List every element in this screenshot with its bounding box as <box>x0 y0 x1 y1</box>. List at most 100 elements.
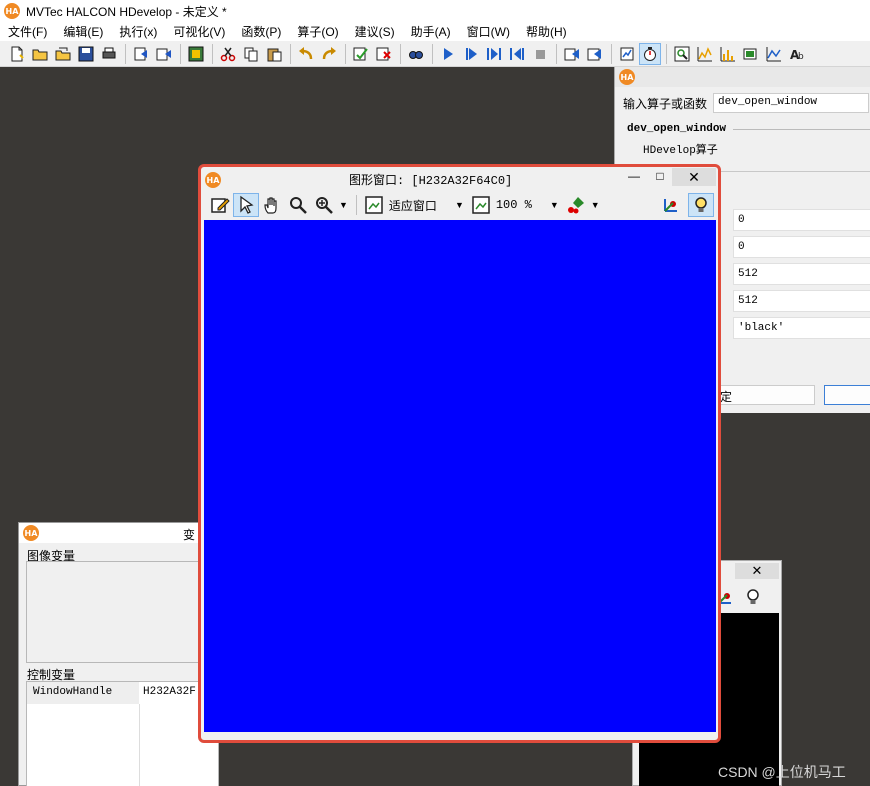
menu-execute[interactable]: 执行(x) <box>111 23 165 40</box>
new-file-icon[interactable] <box>6 43 28 65</box>
zoom-percent-icon[interactable] <box>468 193 494 217</box>
paste-icon[interactable] <box>263 43 285 65</box>
fit-window-icon[interactable] <box>361 193 387 217</box>
step-out-icon[interactable] <box>506 43 528 65</box>
chevron-down-icon[interactable]: ▼ <box>339 200 348 210</box>
cancel-button[interactable] <box>824 385 870 405</box>
menu-window[interactable]: 窗口(W) <box>459 23 518 40</box>
lightbulb-icon[interactable] <box>688 193 714 217</box>
stop-icon[interactable] <box>529 43 551 65</box>
ocr-icon[interactable]: Ab <box>786 43 808 65</box>
step-over-icon[interactable] <box>460 43 482 65</box>
control-variable-value: H232A32F <box>143 686 196 698</box>
maximize-button[interactable]: □ <box>651 169 669 183</box>
find-icon[interactable] <box>405 43 427 65</box>
axes-icon[interactable] <box>658 193 684 217</box>
save-icon[interactable] <box>75 43 97 65</box>
operator-description: HDevelop算子 <box>643 145 718 157</box>
zoom-level-combo[interactable]: 100 % <box>494 193 534 217</box>
activate-line-icon[interactable] <box>350 43 372 65</box>
browse-examples-icon[interactable] <box>185 43 207 65</box>
magnifier-icon[interactable] <box>285 193 311 217</box>
gray-histogram-icon[interactable] <box>694 43 716 65</box>
toolbar-separator <box>432 43 433 64</box>
graphics-window: HA 图形窗口: [H232A32F64C0] — □ ✕ ▼ 适应窗口 ▼ 1… <box>198 164 721 743</box>
param-column-value[interactable]: 0 <box>733 236 870 258</box>
minimize-button[interactable]: — <box>625 169 643 183</box>
toolbar-separator <box>611 43 612 64</box>
cut-icon[interactable] <box>217 43 239 65</box>
menu-assistants[interactable]: 助手(A) <box>403 23 459 40</box>
graphics-window-title: 图形窗口: [H232A32F64C0] <box>349 174 513 188</box>
operator-search-input[interactable]: dev_open_window <box>713 93 870 113</box>
close-button[interactable]: ✕ <box>672 168 716 186</box>
param-height-value[interactable]: 512 <box>733 290 870 312</box>
ok-button[interactable]: 定 <box>715 385 815 405</box>
undo-icon[interactable] <box>295 43 317 65</box>
app-title: MVTec HALCON HDevelop - 未定义 * <box>26 4 227 19</box>
param-width-value[interactable]: 512 <box>733 263 870 285</box>
toolbar-separator <box>666 43 667 64</box>
copy-icon[interactable] <box>240 43 262 65</box>
control-variables-list[interactable]: WindowHandle H232A32F <box>26 681 219 786</box>
variable-window-title: 变 <box>183 528 196 542</box>
chevron-down-icon[interactable]: ▼ <box>455 200 464 210</box>
line-profile-icon[interactable] <box>763 43 785 65</box>
app-title-bar: HA MVTec HALCON HDevelop - 未定义 * <box>0 0 870 22</box>
divider <box>733 129 870 130</box>
menu-help[interactable]: 帮助(H) <box>518 23 575 40</box>
control-variable-name[interactable]: WindowHandle <box>27 682 139 704</box>
step-into-icon[interactable] <box>483 43 505 65</box>
print-icon[interactable] <box>98 43 120 65</box>
param-row-value[interactable]: 0 <box>733 209 870 231</box>
halcon-logo-icon: HA <box>23 525 39 541</box>
param-background-value[interactable]: 'black' <box>733 317 870 339</box>
close-button[interactable]: ✕ <box>735 563 779 579</box>
profiler-icon[interactable] <box>616 43 638 65</box>
menu-file[interactable]: 文件(F) <box>0 23 55 40</box>
operator-panel-header: HA <box>615 67 870 87</box>
menu-suggestions[interactable]: 建议(S) <box>347 23 403 40</box>
toolbar-separator <box>355 195 357 215</box>
lightbulb-icon[interactable] <box>743 587 763 610</box>
open-folder-icon[interactable] <box>29 43 51 65</box>
toolbar-separator <box>290 43 291 64</box>
pointer-icon[interactable] <box>233 193 259 217</box>
zoom-window-icon[interactable] <box>671 43 693 65</box>
reset-step-icon[interactable] <box>584 43 606 65</box>
menu-visualization[interactable]: 可视化(V) <box>165 23 233 40</box>
feature-histogram-icon[interactable] <box>717 43 739 65</box>
halcon-logo-icon: HA <box>4 3 20 19</box>
redo-icon[interactable] <box>318 43 340 65</box>
chevron-down-icon[interactable]: ▼ <box>550 200 559 210</box>
divider <box>139 704 140 786</box>
toolbar-separator <box>125 43 126 64</box>
run-icon[interactable] <box>437 43 459 65</box>
graphics-window-toolbar: ▼ 适应窗口 ▼ 100 % ▼ ▼ <box>201 191 718 219</box>
halcon-logo-icon: HA <box>619 69 635 85</box>
menu-bar: 文件(F) 编辑(E) 执行(x) 可视化(V) 函数(P) 算子(O) 建议(… <box>0 22 870 41</box>
toolbar-separator <box>212 43 213 64</box>
open-recent-icon[interactable] <box>52 43 74 65</box>
chevron-down-icon[interactable]: ▼ <box>591 200 600 210</box>
menu-operators[interactable]: 算子(O) <box>289 23 346 40</box>
toolbar-separator <box>556 43 557 64</box>
deactivate-line-icon[interactable] <box>373 43 395 65</box>
export-icon[interactable] <box>153 43 175 65</box>
reset-program-icon[interactable] <box>561 43 583 65</box>
timer-icon[interactable] <box>639 42 661 65</box>
toolbar-separator <box>345 43 346 64</box>
menu-functions[interactable]: 函数(P) <box>233 23 289 40</box>
image-variables-list[interactable] <box>26 561 219 663</box>
feature-inspection-icon[interactable] <box>740 43 762 65</box>
fit-window-combo[interactable]: 适应窗口 <box>387 193 439 217</box>
paint-brush-icon[interactable] <box>563 193 589 217</box>
edit-draw-icon[interactable] <box>207 193 233 217</box>
graphics-canvas[interactable] <box>204 220 716 732</box>
menu-edit[interactable]: 编辑(E) <box>55 23 111 40</box>
zoom-in-icon[interactable] <box>311 193 337 217</box>
halcon-logo-icon: HA <box>205 172 221 188</box>
watermark: CSDN @上位机马工 <box>718 764 846 780</box>
hand-pan-icon[interactable] <box>259 193 285 217</box>
dialog-icon[interactable] <box>130 43 152 65</box>
